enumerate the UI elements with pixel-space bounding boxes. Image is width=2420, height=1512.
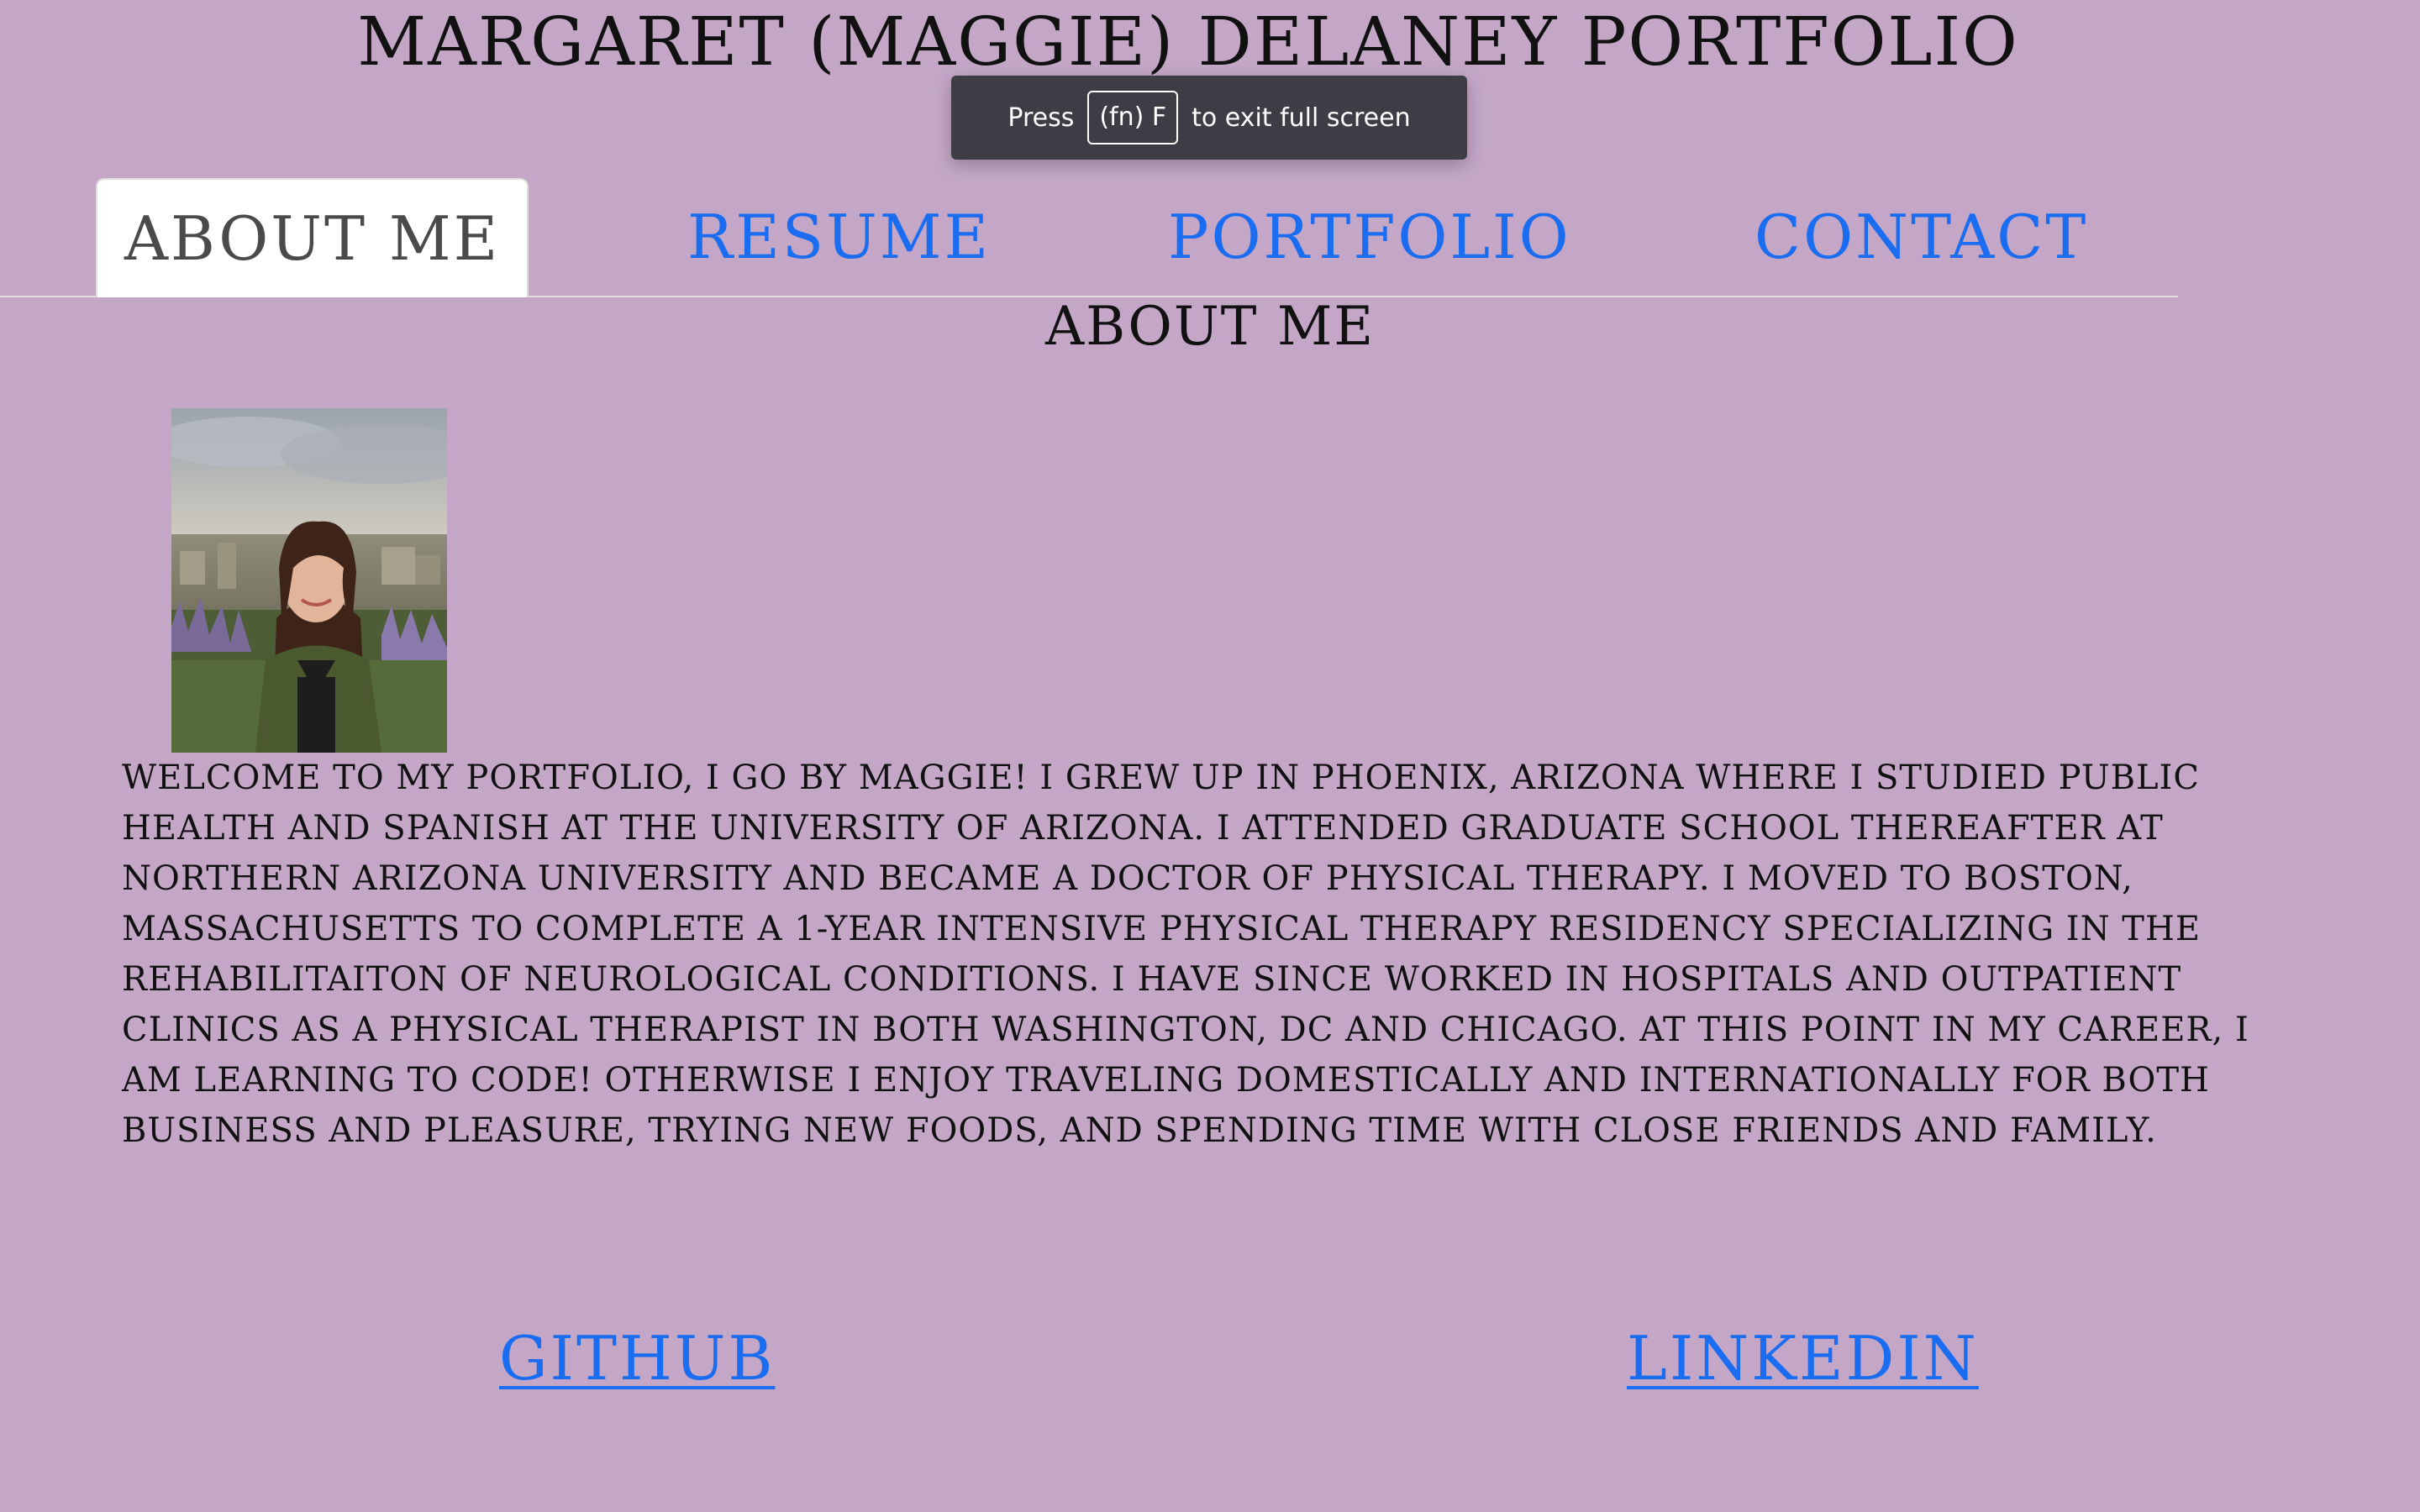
- page-title: MARGARET (MAGGIE) DELANEY PORTFOLIO: [357, 3, 2019, 81]
- fullscreen-notice-suffix: to exit full screen: [1192, 102, 1411, 133]
- section-heading: ABOUT ME: [1044, 296, 1376, 358]
- tab-portfolio[interactable]: PORTFOLIO: [1168, 178, 1571, 296]
- tab-contact[interactable]: CONTACT: [1754, 178, 2088, 296]
- about-bio-text: WELCOME TO MY PORTFOLIO, I GO BY MAGGIE!…: [122, 759, 2249, 1150]
- profile-photo: [171, 408, 447, 753]
- tab-resume[interactable]: RESUME: [687, 178, 991, 296]
- main-nav-tabs: ABOUT ME RESUME PORTFOLIO CONTACT: [0, 178, 2178, 297]
- tab-about-me[interactable]: ABOUT ME: [96, 178, 529, 297]
- fullscreen-notice-prefix: Press: [1007, 102, 1075, 133]
- linkedin-link[interactable]: LINKEDIN: [1627, 1320, 1979, 1396]
- fullscreen-key-hint: (fn) F: [1087, 91, 1179, 144]
- github-link[interactable]: GITHUB: [499, 1320, 775, 1396]
- fullscreen-exit-notice: Press (fn) F to exit full screen: [951, 76, 1467, 160]
